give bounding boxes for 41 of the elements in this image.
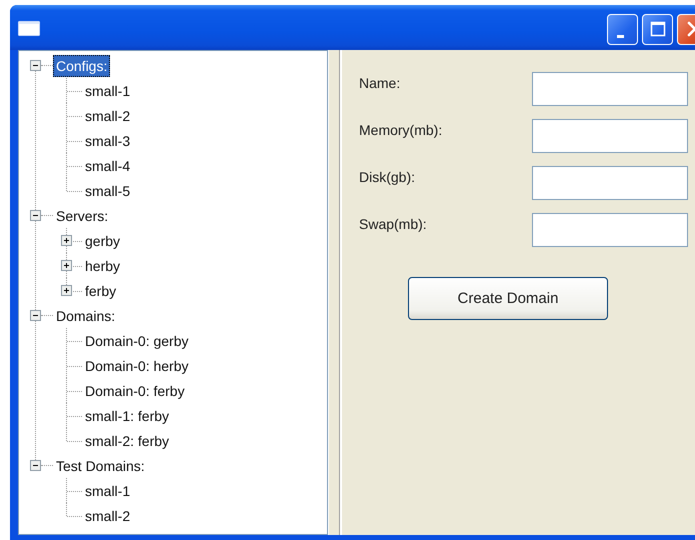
tree-item[interactable]: small-4 <box>82 154 134 176</box>
collapse-icon[interactable] <box>30 460 41 471</box>
input-field[interactable] <box>532 119 688 153</box>
collapse-icon[interactable] <box>30 310 41 321</box>
maximize-button[interactable] <box>642 14 673 44</box>
collapse-icon[interactable] <box>30 210 41 221</box>
splitter[interactable] <box>328 50 340 535</box>
minimize-icon <box>617 34 624 38</box>
tree-item[interactable]: herby <box>82 254 124 276</box>
field-label: Disk(gb): <box>359 169 416 185</box>
field-label: Memory(mb): <box>359 122 444 138</box>
tree-item[interactable]: small-1 <box>82 480 134 502</box>
tree-item[interactable]: small-5 <box>82 180 134 202</box>
collapse-icon[interactable] <box>30 60 41 71</box>
field-label: Name: <box>359 75 402 91</box>
tree-item[interactable]: ferby <box>82 280 120 302</box>
expand-icon[interactable] <box>61 285 72 296</box>
field-label: Swap(mb): <box>359 216 428 232</box>
tree-item[interactable]: Domain-0: ferby <box>82 380 188 402</box>
input-field[interactable] <box>532 72 688 106</box>
maximize-icon <box>650 21 666 37</box>
window-icon <box>18 21 40 36</box>
create-domain-button[interactable]: Create Domain <box>408 277 608 320</box>
tree-item[interactable]: Domains: <box>53 304 118 326</box>
input-field[interactable] <box>532 213 688 247</box>
tree-item[interactable]: small-1 <box>82 80 134 102</box>
minimize-button[interactable] <box>607 14 638 44</box>
tree-item[interactable]: small-3 <box>82 130 134 152</box>
tree-item[interactable]: Domain-0: gerby <box>82 330 192 352</box>
input-field[interactable] <box>532 166 688 200</box>
tree-item[interactable]: Test Domains: <box>53 454 148 476</box>
tree-item[interactable]: small-2 <box>82 504 134 526</box>
tree-item[interactable]: small-2: ferby <box>82 430 172 452</box>
tree-item[interactable]: gerby <box>82 230 124 252</box>
tree-item[interactable]: Configs: <box>53 54 110 76</box>
expand-icon[interactable] <box>61 260 72 271</box>
tree-item[interactable]: small-1: ferby <box>82 404 172 426</box>
tree-item[interactable]: small-2 <box>82 104 134 126</box>
tree-item[interactable]: Domain-0: herby <box>82 354 192 376</box>
expand-icon[interactable] <box>61 235 72 246</box>
tree-item[interactable]: Servers: <box>53 204 112 226</box>
